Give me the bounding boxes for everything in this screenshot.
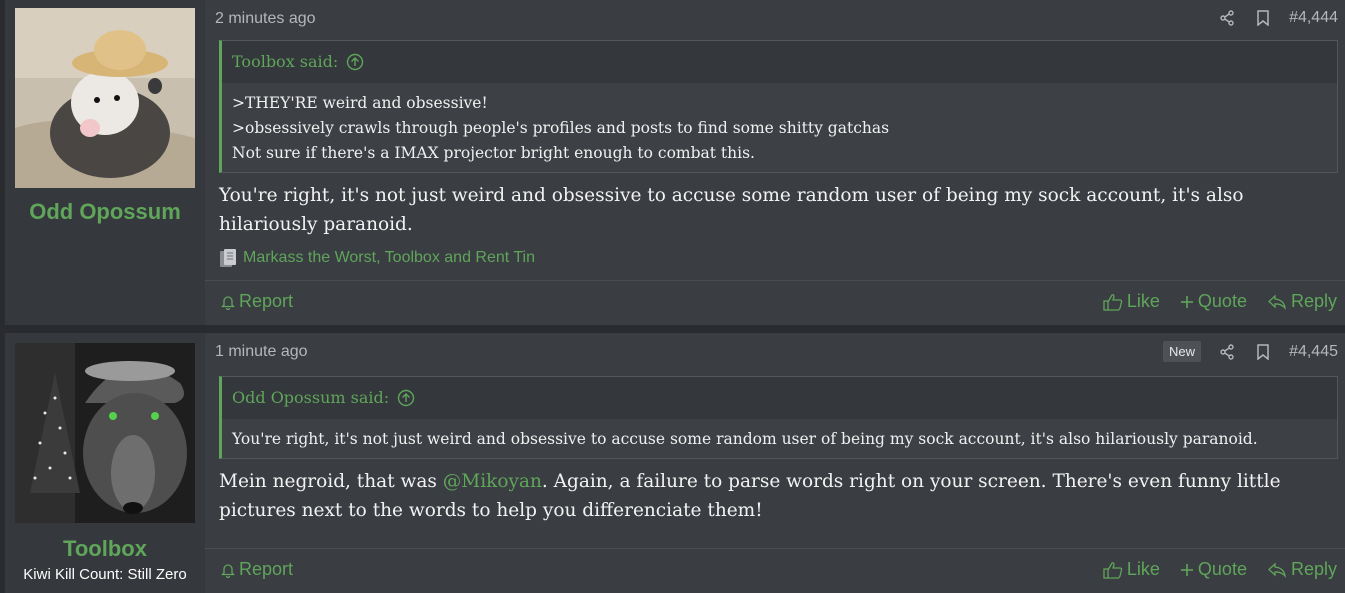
report-button[interactable]: Report [221,559,293,580]
post-main: 2 minutes ago #4,444 Toolbox said: >THEY… [205,0,1345,325]
user-column: Toolbox Kiwi Kill Count: Still Zero [5,333,205,593]
post-time[interactable]: 1 minute ago [215,343,308,361]
post-actions: Like Quote Reply [1103,559,1337,580]
like-button[interactable]: Like [1103,291,1160,312]
report-label: Report [239,559,294,579]
quote-author[interactable]: Odd Opossum said: [232,377,389,419]
user-column: Odd Opossum [5,0,205,325]
bell-icon [221,562,235,578]
plus-icon [1180,295,1194,309]
reply-label: Reply [1290,291,1337,311]
plus-icon [1180,563,1194,577]
like-label: Like [1126,291,1160,311]
quote-line: >THEY'RE weird and obsessive! [232,94,488,112]
quote-line: You're right, it's not just weird and ob… [232,430,1258,448]
arrow-up-circle-icon[interactable] [397,389,415,407]
reply-button[interactable]: Reply [1267,291,1337,312]
post-4445: Toolbox Kiwi Kill Count: Still Zero 1 mi… [4,333,1345,593]
post-main: 1 minute ago New #4,445 Odd Opossum said… [205,333,1345,593]
post-number[interactable]: #4,444 [1289,9,1338,27]
share-icon[interactable] [1217,8,1237,28]
reaction-users[interactable]: Markass the Worst, Toolbox and Rent Tin [243,249,535,267]
like-button[interactable]: Like [1103,559,1160,580]
post-message: You're right, it's not just weird and ob… [219,185,1244,235]
message-text: Mein negroid, that was [219,471,443,492]
post-4444: Odd Opossum 2 minutes ago #4,444 Toolbox… [4,0,1345,325]
post-actions: Like Quote Reply [1103,291,1337,312]
reply-button[interactable]: Reply [1267,559,1337,580]
post-meta-actions: #4,444 [1217,8,1338,28]
quote-line: Not sure if there's a IMAX projector bri… [232,144,755,162]
quote-button[interactable]: Quote [1180,559,1247,580]
quote-author[interactable]: Toolbox said: [232,41,338,83]
post-footer: Report Like Quote Reply [205,548,1345,593]
report-button[interactable]: Report [221,291,293,312]
quote-attribution[interactable]: Odd Opossum said: [222,377,1337,419]
thumbs-up-icon [1103,561,1123,579]
reply-icon [1267,294,1287,310]
reaction-icon [219,248,237,268]
new-badge: New [1163,341,1202,362]
quote-attribution[interactable]: Toolbox said: [222,41,1337,83]
user-title: Kiwi Kill Count: Still Zero [23,566,187,583]
bookmark-icon[interactable] [1253,8,1273,28]
thumbs-up-icon [1103,293,1123,311]
bookmark-icon[interactable] [1253,342,1273,362]
quote-label: Quote [1197,559,1247,579]
username[interactable]: Toolbox [5,536,205,562]
reply-label: Reply [1290,559,1337,579]
quote-button[interactable]: Quote [1180,291,1247,312]
bell-icon [221,294,235,310]
quote-label: Quote [1197,291,1247,311]
quote-block: Toolbox said: >THEY'RE weird and obsessi… [219,40,1338,173]
quote-block: Odd Opossum said: You're right, it's not… [219,376,1338,459]
username[interactable]: Odd Opossum [5,199,205,225]
user-mention[interactable]: @Mikoyan [443,471,542,492]
post-footer: Report Like Quote Reply [205,280,1345,325]
avatar[interactable] [15,8,195,188]
like-label: Like [1126,559,1160,579]
share-icon[interactable] [1217,342,1237,362]
quote-content: >THEY'RE weird and obsessive! >obsessive… [222,83,1337,172]
reactions-bar[interactable]: Markass the Worst, Toolbox and Rent Tin [219,248,535,268]
post-message: Mein negroid, that was @Mikoyan. Again, … [219,467,1332,525]
post-time[interactable]: 2 minutes ago [215,10,316,28]
report-label: Report [239,291,294,311]
post-number[interactable]: #4,445 [1289,343,1338,361]
quote-content: You're right, it's not just weird and ob… [222,419,1337,458]
post-meta-actions: New #4,445 [1163,341,1338,362]
reply-icon [1267,562,1287,578]
arrow-up-circle-icon[interactable] [346,53,364,71]
quote-line: >obsessively crawls through people's pro… [232,119,890,137]
avatar[interactable] [15,343,195,523]
